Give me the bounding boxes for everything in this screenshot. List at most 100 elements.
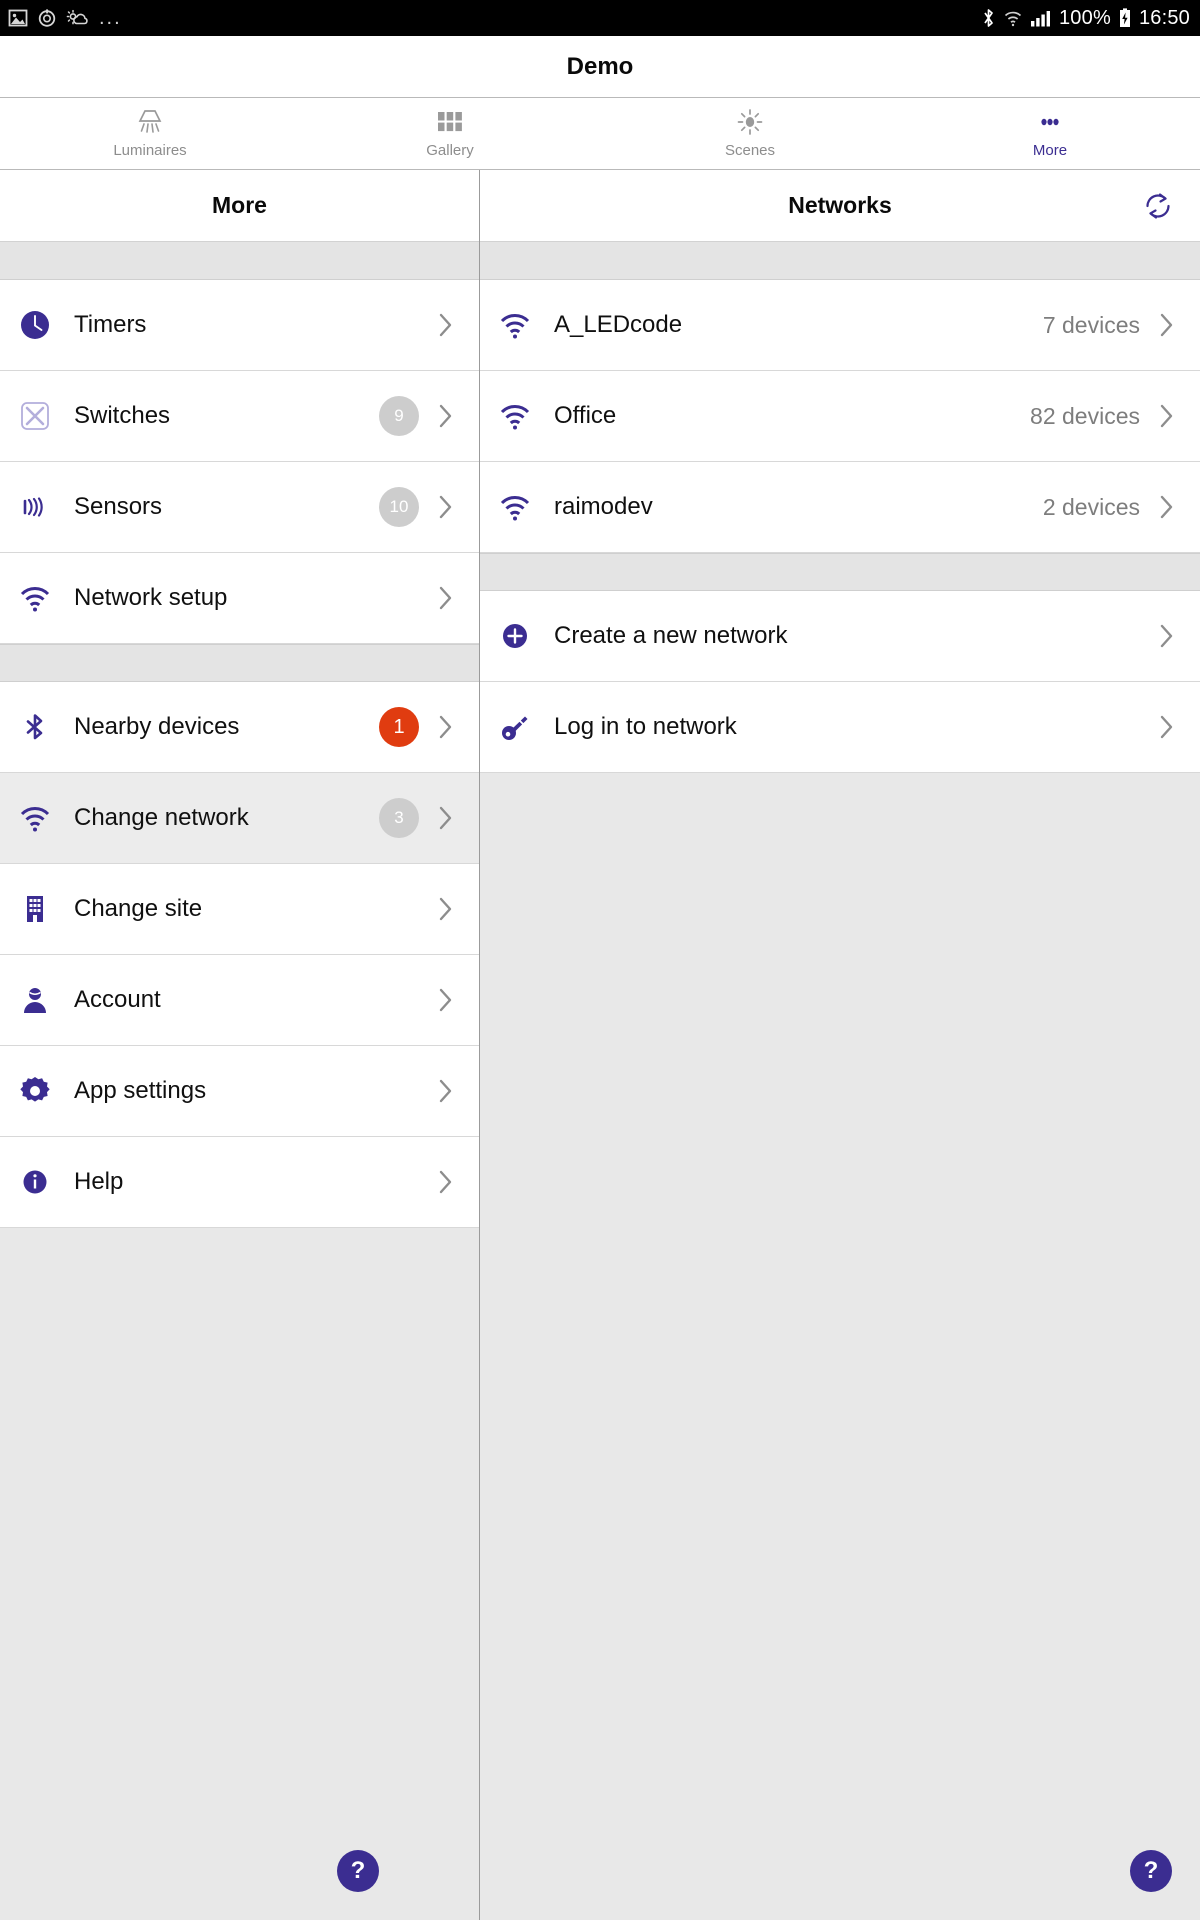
status-overflow: ... [99,7,122,29]
network-name: A_LEDcode [554,311,683,338]
more-pane-header: More [0,170,479,242]
building-icon [18,892,74,926]
app-bar: Demo [0,36,1200,98]
section-spacer [0,242,479,280]
sidebar-item-timers-label: Timers [74,311,147,338]
sidebar-item-timers[interactable]: Timers [0,280,479,371]
luminaire-lamp-icon [133,108,167,136]
login-network-button[interactable]: Log in to network [480,682,1200,773]
alarm-icon [37,8,57,28]
weather-icon [66,8,88,28]
section-spacer [480,553,1200,591]
person-icon [18,983,74,1017]
wifi-icon [498,399,554,433]
plus-circle-icon [498,619,554,653]
chevron-right-icon [435,987,457,1013]
nearby-devices-alert-badge: 1 [379,707,419,747]
wifi-icon [18,801,74,835]
sidebar-item-switches-label: Switches [74,402,171,429]
tab-gallery[interactable]: Gallery [300,98,600,169]
sidebar-item-nearby-devices-label: Nearby devices [74,713,240,740]
chevron-right-icon [435,805,457,831]
sidebar-item-change-site[interactable]: Change site [0,864,479,955]
network-actions-list: Create a new network Log in to network [480,591,1200,773]
tab-luminaires-label: Luminaires [113,142,187,159]
sidebar-item-app-settings-label: App settings [74,1077,207,1104]
help-fab-right[interactable]: ? [1130,1850,1172,1892]
status-bar-left: ... [8,8,122,28]
login-network-label: Log in to network [554,713,737,740]
more-pane-title: More [212,192,267,218]
chevron-right-icon [1156,494,1178,520]
sensor-waves-icon [18,490,74,524]
chevron-right-icon [435,714,457,740]
wifi-icon [1003,8,1023,28]
sidebar-item-change-network-label: Change network [74,804,249,831]
info-circle-icon [18,1165,74,1199]
tab-scenes-label: Scenes [724,142,776,159]
networks-pane-header: Networks [480,170,1200,242]
sync-refresh-icon[interactable] [1138,186,1178,226]
section-spacer [480,242,1200,280]
clock-time: 16:50 [1138,6,1190,29]
chevron-right-icon [1156,714,1178,740]
sidebar-item-network-setup[interactable]: Network setup [0,553,479,644]
sidebar-item-help[interactable]: Help [0,1137,479,1228]
image-icon [8,8,28,28]
sidebar-item-switches[interactable]: Switches 9 [0,371,479,462]
wifi-icon [18,581,74,615]
sidebar-item-network-setup-label: Network setup [74,584,228,611]
gear-icon [18,1074,74,1108]
sun-brightness-icon [735,108,765,136]
sidebar-item-app-settings[interactable]: App settings [0,1046,479,1137]
tab-bar[interactable]: Luminaires Gallery Scenes More [0,98,1200,170]
more-list-group-2: Nearby devices 1 Change network 3 Change… [0,682,479,1228]
change-network-count-badge: 3 [379,798,419,838]
wifi-icon [498,490,554,524]
key-icon [498,710,554,744]
tab-gallery-label: Gallery [426,142,474,159]
page-title: Demo [566,52,634,80]
tab-scenes[interactable]: Scenes [600,98,900,169]
create-network-label: Create a new network [554,622,788,649]
sidebar-item-account-label: Account [74,986,161,1013]
app-screen: ... 100% 16:50 Demo Luminaires Gallery S… [0,0,1200,1920]
network-row-office[interactable]: Office 82 devices [480,371,1200,462]
tab-more[interactable]: More [900,98,1200,169]
sidebar-item-account[interactable]: Account [0,955,479,1046]
chevron-right-icon [435,896,457,922]
networks-list: A_LEDcode 7 devices Office 82 devices ra… [480,280,1200,553]
chevron-right-icon [435,585,457,611]
switch-x-icon [18,399,74,433]
chevron-right-icon [435,403,457,429]
network-row-a-ledcode[interactable]: A_LEDcode 7 devices [480,280,1200,371]
create-network-button[interactable]: Create a new network [480,591,1200,682]
status-bar-right: 100% 16:50 [981,7,1190,30]
networks-pane-title: Networks [788,192,892,218]
network-device-count: 82 devices [1030,402,1140,429]
tab-more-label: More [1032,142,1068,159]
battery-charging-icon [1118,7,1132,29]
section-spacer [0,644,479,682]
chevron-right-icon [1156,312,1178,338]
sidebar-item-sensors-label: Sensors [74,493,163,520]
sidebar-item-change-network[interactable]: Change network 3 [0,773,479,864]
chevron-right-icon [1156,403,1178,429]
switches-count-badge: 9 [379,396,419,436]
wifi-icon [498,308,554,342]
bluetooth-icon [18,710,74,744]
network-name: Office [554,402,617,429]
tab-luminaires[interactable]: Luminaires [0,98,300,169]
more-list-group-1: Timers Switches 9 Sensors 10 Network set… [0,280,479,644]
chevron-right-icon [435,1169,457,1195]
sidebar-item-sensors[interactable]: Sensors 10 [0,462,479,553]
network-row-raimodev[interactable]: raimodev 2 devices [480,462,1200,553]
network-device-count: 7 devices [1042,311,1140,338]
sidebar-item-nearby-devices[interactable]: Nearby devices 1 [0,682,479,773]
networks-pane: Networks A_LEDcode 7 devices Office 82 d… [480,170,1200,1920]
network-name: raimodev [554,493,653,520]
battery-percent: 100% [1058,6,1111,29]
sidebar-item-help-label: Help [74,1168,124,1195]
chevron-right-icon [435,1078,457,1104]
help-fab-left[interactable]: ? [337,1850,379,1892]
